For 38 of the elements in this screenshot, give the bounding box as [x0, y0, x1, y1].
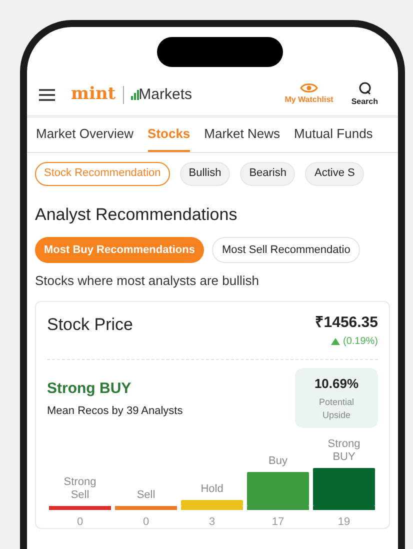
filter-chip[interactable]: Active S	[305, 162, 364, 186]
stock-price: ₹1456.35	[314, 312, 378, 332]
bar-value: 0	[142, 516, 150, 528]
price-change: (0.19%)	[342, 335, 378, 349]
nav-tab[interactable]: Market News	[204, 124, 280, 152]
chart-bar	[247, 472, 309, 506]
search-icon	[358, 82, 372, 96]
bar-value: 19	[338, 516, 350, 528]
section-heading: Analyst Recommendations	[35, 204, 238, 226]
chart-bar	[181, 500, 243, 506]
chart-bar	[313, 468, 375, 506]
bar-label: Strong	[328, 438, 360, 450]
bar-label: Sell	[136, 488, 156, 500]
nav-tab[interactable]: Market Overview	[36, 124, 134, 152]
bar-label: Sell	[70, 488, 90, 500]
subtitle: Stocks where most analysts are bullish	[35, 272, 260, 290]
filter-chip[interactable]: Bullish	[180, 162, 230, 186]
filter-chip[interactable]: Bearish	[240, 162, 296, 186]
bar-value: 3	[208, 516, 216, 528]
segment-tab[interactable]: Most Sell Recommendatio	[212, 237, 360, 263]
bar-value: 0	[76, 516, 84, 528]
search-button[interactable]: Search	[351, 82, 378, 108]
menu-icon[interactable]	[39, 89, 55, 101]
rating-text: Strong BUY	[47, 379, 132, 399]
bar-label: BUY	[332, 450, 356, 462]
bar-label: Buy	[268, 454, 288, 466]
eye-icon	[300, 82, 318, 94]
analyst-count: Mean Recos by 39 Analysts	[47, 404, 183, 418]
upside-label: Potential Upside	[318, 396, 356, 422]
bar-label: Strong	[64, 476, 96, 488]
section-title: Markets	[138, 84, 192, 105]
bar-label: Hold	[200, 482, 224, 494]
bar-value: 17	[272, 516, 284, 528]
bar-chart-icon	[130, 90, 139, 100]
upside-value: 10.69%	[314, 375, 359, 393]
logo-text: mint	[71, 83, 116, 106]
price-label: Stock Price	[47, 314, 133, 336]
nav-tab[interactable]: Mutual Funds	[294, 124, 373, 152]
